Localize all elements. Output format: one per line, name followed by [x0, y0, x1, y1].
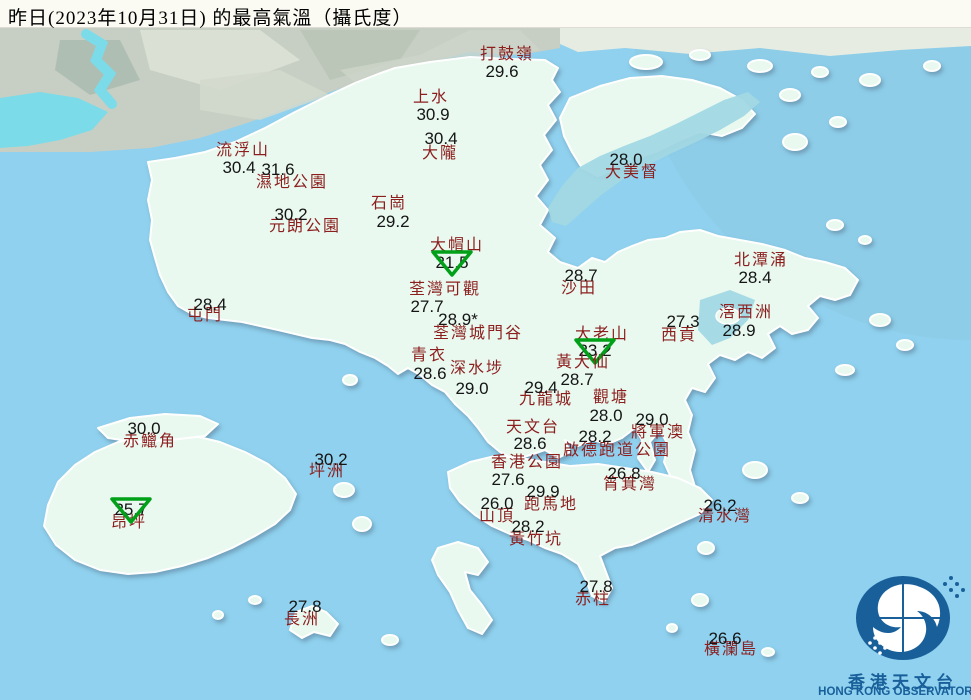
station-name: 香港公園: [490, 454, 564, 471]
station-name: 青衣: [410, 347, 448, 364]
station-temperature-value: 29.2: [376, 212, 410, 231]
station-temperature-value: 29.9: [526, 482, 560, 501]
station-temperature-value: 29.0: [635, 410, 669, 429]
halftone-dots-dark: [943, 576, 965, 598]
station-temperature-value: 27.3: [666, 312, 700, 331]
station-temperature-value: 28.6: [413, 364, 447, 383]
station-name: 大隴: [421, 145, 459, 162]
station-temperature-value: 30.4: [424, 129, 458, 148]
station-temperature-value: 30.4: [222, 158, 256, 177]
station-name: 觀塘: [592, 389, 630, 406]
station-temperature-value: 28.4: [193, 295, 227, 314]
station-temperature-value: 30.0: [127, 419, 161, 438]
station-name: 荃灣可觀: [408, 281, 482, 298]
station-temperature-value: 28.0: [589, 406, 623, 425]
station-name: 黃大仙: [555, 354, 611, 371]
station-temperature-value: 26.2: [703, 496, 737, 515]
station-temperature-value: 26.0: [480, 494, 514, 513]
station-temperature-value: 30.2: [314, 450, 348, 469]
station-temperature-value: 27.8: [288, 597, 322, 616]
station-temperature-value: 30.2: [274, 205, 308, 224]
lantau-island: [43, 431, 297, 575]
station-temperature-value: 29.0: [455, 379, 489, 398]
station-name: 大帽山: [429, 237, 485, 254]
station-name: 流浮山: [215, 142, 271, 159]
station-temperature-value: 28.7: [560, 370, 594, 389]
hko-logo-emblem: [856, 576, 965, 660]
station-temperature-value: 27.8: [579, 577, 613, 596]
lamma-island: [431, 541, 493, 635]
station-temperature-value: 21.5: [435, 253, 469, 272]
station-temperature-value: 28.2: [578, 427, 612, 446]
station-name: 打鼓嶺: [479, 46, 535, 63]
station-name: 深水埗: [449, 360, 505, 377]
station-name: 石崗: [370, 195, 408, 212]
station-temperature-value: 29.6: [485, 62, 519, 81]
station-temperature-value: 28.9*: [438, 310, 478, 329]
station-temperature-value: 28.4: [738, 268, 772, 287]
station-temperature-value: 28.2: [511, 517, 545, 536]
hko-logo-english-name: HONG KONG OBSERVATORY: [818, 686, 971, 698]
station-temperature-value: 28.0: [609, 150, 643, 169]
map-title: 昨日(2023年10月31日) 的最高氣溫（攝氏度）: [8, 8, 413, 29]
station-name: 上水: [412, 89, 450, 106]
station-name: 北潭涌: [733, 252, 789, 269]
station-temperature-value: 25.7: [114, 500, 148, 519]
station-temperature-value: 31.6: [261, 160, 295, 179]
station-temperature-value: 26.6: [708, 629, 742, 648]
title-bar: 昨日(2023年10月31日) 的最高氣溫（攝氏度）: [0, 0, 971, 29]
station-temperature-value: 30.9: [416, 105, 450, 124]
hko-max-temperature-map: 昨日(2023年10月31日) 的最高氣溫（攝氏度） 打鼓嶺 29.6 上水 30.9…: [0, 0, 971, 700]
station-temperature-value: 28.7: [564, 266, 598, 285]
station-temperature-value: 28.6: [513, 434, 547, 453]
station-temperature-value: 26.8: [607, 464, 641, 483]
station-temperature-value: 27.6: [491, 470, 525, 489]
station-temperature-value: 28.9: [722, 321, 756, 340]
station-temperature-value: 29.4: [524, 378, 558, 397]
station-name: 滘西洲: [718, 304, 774, 321]
